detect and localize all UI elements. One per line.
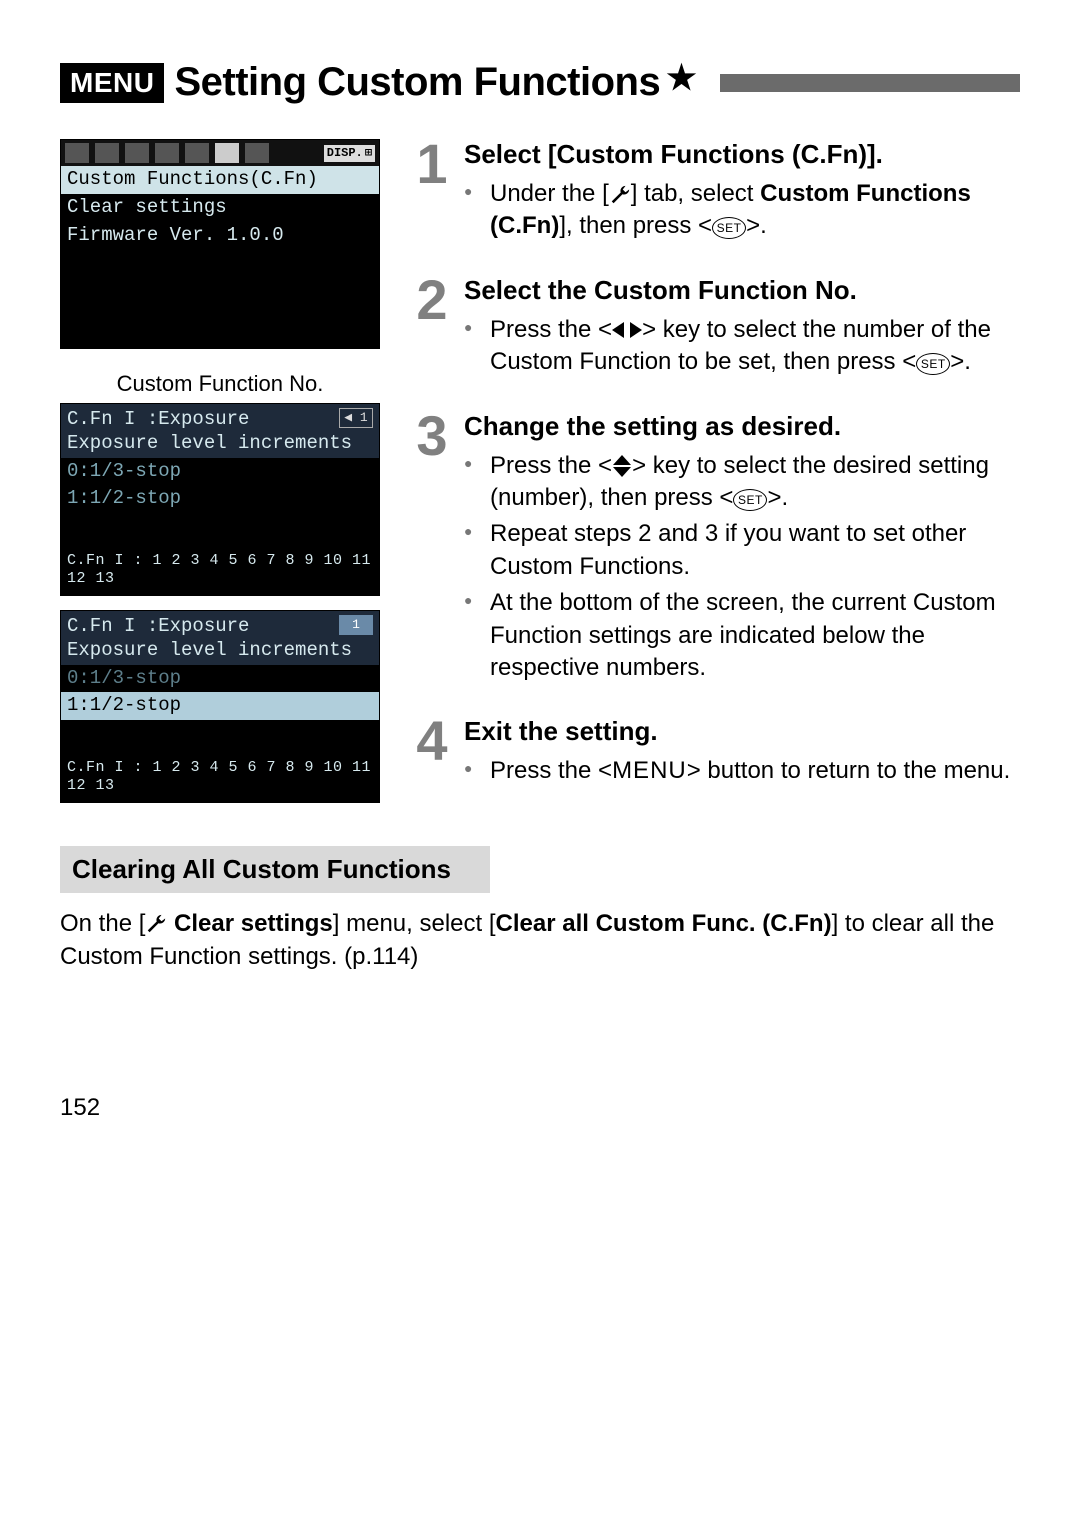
step-title: Exit the setting.: [464, 716, 1020, 747]
page-number: 152: [60, 1094, 1020, 1122]
step-number: 1: [410, 139, 454, 247]
cfn-number-indicator-icon: ◀ 1: [339, 408, 373, 428]
cfn-number-indicator-icon: 1: [339, 615, 373, 635]
step-title: Select [Custom Functions (C.Fn)].: [464, 139, 1020, 170]
clearing-body: On the [ Clear settings] menu, select [C…: [60, 907, 1020, 974]
lcd-tab-bar: DISP.⊞: [61, 140, 379, 166]
lcd-option: 1:1/2-stop: [61, 485, 379, 513]
step-title: Select the Custom Function No.: [464, 275, 1020, 306]
lcd-option-selected: 1:1/2-stop: [61, 692, 379, 720]
step-bullet: At the bottom of the screen, the current…: [464, 587, 1020, 684]
step: 4 Exit the setting. Press the <MENU> butto…: [410, 716, 1020, 791]
menu-badge: MENU: [60, 63, 164, 103]
lcd-screenshot-cfn-select: C.Fn I :Exposure ◀ 1 Exposure level incr…: [60, 403, 380, 596]
step-bullet: Under the [] tab, select Custom Function…: [464, 178, 1020, 243]
step-number: 4: [410, 716, 454, 791]
lcd-menu-item: Firmware Ver. 1.0.0: [61, 222, 379, 250]
lcd-head1: C.Fn I :Exposure: [67, 615, 373, 639]
step-number: 3: [410, 411, 454, 689]
step-bullet: Press the <> key to select the desired s…: [464, 450, 1020, 515]
step: 1 Select [Custom Functions (C.Fn)]. Under …: [410, 139, 1020, 247]
lcd-head1: C.Fn I :Exposure: [67, 408, 373, 432]
title-text: Setting Custom Functions: [174, 60, 660, 104]
lcd-footer: C.Fn I : 1 2 3 4 5 6 7 8 9 10 11 12 13: [61, 548, 379, 596]
left-right-arrows-icon: [612, 321, 642, 339]
set-icon: SET: [916, 353, 950, 375]
page-title: Setting Custom Functions★: [174, 60, 696, 105]
lcd-screenshot-cfn-change: C.Fn I :Exposure 1 Exposure level increm…: [60, 610, 380, 803]
step-bullet: Press the <MENU> button to return to the…: [464, 755, 1020, 787]
title-bar: [720, 74, 1020, 92]
set-icon: SET: [733, 489, 767, 511]
lcd-menu-item: Clear settings: [61, 194, 379, 222]
step-number: 2: [410, 275, 454, 383]
lcd-head2: Exposure level increments: [67, 432, 373, 456]
lcd-option: 0:1/3-stop: [61, 458, 379, 486]
lcd-footer: C.Fn I : 1 2 3 4 5 6 7 8 9 10 11 12 13: [61, 755, 379, 803]
clearing-heading: Clearing All Custom Functions: [60, 846, 490, 893]
step-title: Change the setting as desired.: [464, 411, 1020, 442]
set-icon: SET: [712, 217, 746, 239]
lcd2-caption: Custom Function No.: [60, 371, 380, 397]
up-down-arrows-icon: [612, 455, 632, 477]
lcd-option: 0:1/3-stop: [61, 665, 379, 693]
lcd-head2: Exposure level increments: [67, 639, 373, 663]
step: 3 Change the setting as desired. Press the…: [410, 411, 1020, 689]
page-title-row: MENU Setting Custom Functions★: [60, 60, 1020, 105]
step-bullet: Press the <> key to select the number of…: [464, 314, 1020, 379]
lcd-menu-item: Custom Functions(C.Fn): [61, 166, 379, 194]
disp-badge: DISP.⊞: [324, 145, 375, 162]
star-icon: ★: [666, 59, 696, 97]
lcd-screenshot-menu: DISP.⊞ Custom Functions(C.Fn) Clear sett…: [60, 139, 380, 349]
step: 2 Select the Custom Function No. Press the…: [410, 275, 1020, 383]
step-bullet: Repeat steps 2 and 3 if you want to set …: [464, 518, 1020, 583]
wrench-icon: [145, 913, 167, 935]
wrench-icon: [609, 184, 631, 206]
